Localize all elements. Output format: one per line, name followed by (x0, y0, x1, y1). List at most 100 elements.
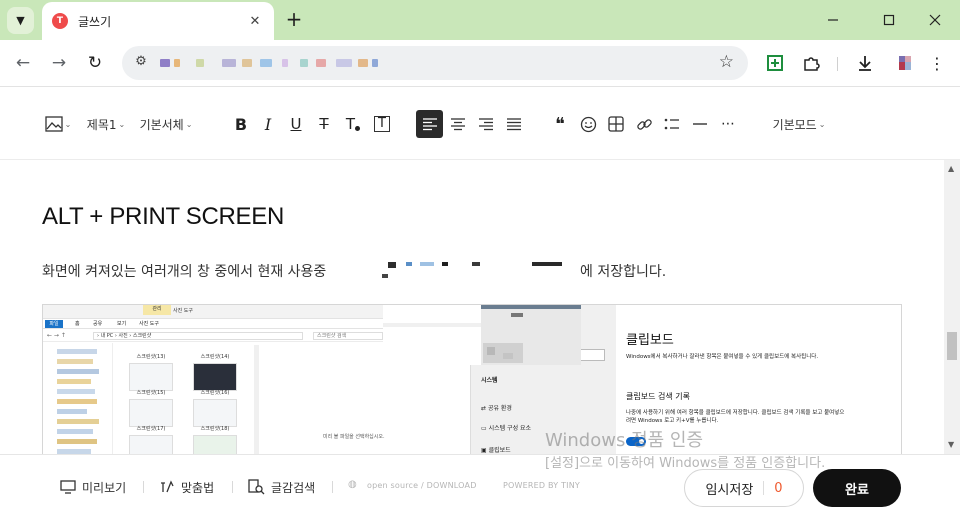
scroll-down-icon[interactable]: ▼ (948, 440, 954, 449)
settings-subtitle: 클립보드 검색 기록 (626, 392, 690, 401)
explorer-empty-text: 미리 볼 파일을 선택하십시오. (323, 434, 385, 440)
bookmark-star-icon[interactable]: ☆ (719, 52, 734, 72)
quote-button[interactable]: ❝ (548, 110, 572, 138)
chevron-down-icon: ▼ (16, 14, 25, 27)
spell-check-button[interactable]: 맞춤법 (159, 477, 214, 497)
divider (763, 481, 765, 495)
extensions-puzzle-icon[interactable] (799, 51, 823, 75)
forward-button[interactable]: → (46, 50, 72, 76)
content-scrollbar[interactable]: ▲ ▼ (944, 160, 960, 454)
settings-item: ▭ 시스템 구성 요소 (481, 425, 532, 432)
close-icon[interactable]: ✕ (246, 14, 264, 29)
new-tab-button[interactable]: + (283, 8, 305, 30)
nav-arrows-icon: ← → ↑ (47, 332, 66, 339)
preview-button[interactable]: 미리보기 (60, 477, 126, 497)
underline-button[interactable]: U (285, 110, 307, 138)
address-bar[interactable]: ⚙ ☆ (122, 46, 748, 80)
text-color-icon: T (345, 115, 356, 133)
heading-label: 제목1 (86, 117, 117, 132)
link-button[interactable] (632, 110, 656, 138)
toolbar-divider (837, 57, 838, 71)
browser-tab[interactable]: T 글쓰기 ✕ (42, 2, 274, 40)
editor-mode-select[interactable]: 기본모드 ⌄ (768, 110, 830, 138)
reload-button[interactable]: ↻ (82, 50, 108, 76)
table-button[interactable] (604, 110, 628, 138)
post-heading: ALT + PRINT SCREEN (42, 203, 285, 230)
url-redacted (260, 59, 272, 67)
paragraph-end: 에 저장합니다. (580, 264, 667, 280)
download-icon[interactable] (853, 51, 877, 75)
thumb-caption: 스크린샷(16) (200, 390, 230, 396)
avatar-icon (899, 56, 911, 70)
close-window-button[interactable] (912, 6, 958, 34)
align-right-button[interactable] (473, 110, 499, 138)
url-redacted (336, 59, 352, 67)
open-source-link[interactable]: open source / DOWNLOAD (367, 481, 477, 490)
download-arrow-icon (859, 56, 871, 71)
divider (332, 481, 333, 493)
explorer-scrollbar (254, 345, 259, 454)
text-color-button[interactable]: T (341, 110, 365, 138)
preview-label: 미리보기 (82, 480, 127, 495)
horizontal-rule-button[interactable] (688, 110, 712, 138)
url-redacted (358, 59, 368, 67)
settings-sub-desc: 나중에 사용하기 위해 여러 항목을 클립보드에 저장합니다. 클립보드 검색 … (626, 410, 845, 424)
activation-watermark-title: Windows 정품 인증 (545, 430, 704, 451)
back-button[interactable]: ← (10, 50, 36, 76)
thumbnail (193, 363, 237, 391)
profile-avatar[interactable] (893, 51, 917, 75)
font-select[interactable]: 기본서체 ⌄ (136, 110, 196, 138)
settings-desc: Windows에서 복사하거나 잘라낸 항목은 붙여넣을 수 있게 클립보드에 … (626, 354, 819, 360)
list-button[interactable] (660, 110, 684, 138)
thumb-caption: 스크린샷(15) (136, 390, 166, 396)
more-button[interactable]: ⋯ (716, 110, 740, 138)
strikethrough-icon: T (319, 115, 329, 133)
thumbnail (129, 399, 173, 427)
align-center-icon (451, 118, 465, 131)
minimize-button[interactable] (810, 6, 856, 34)
settings-item: ▣ 클립보드 (481, 447, 511, 454)
strikethrough-button[interactable]: T (313, 110, 335, 138)
material-search-button[interactable]: 글감검색 (248, 477, 315, 497)
more-horizontal-icon: ⋯ (721, 116, 735, 132)
menu-picture-tools: 사진 도구 (139, 321, 159, 327)
text-background-button[interactable]: T (371, 110, 393, 138)
publish-done-button[interactable]: 완료 (813, 469, 901, 507)
align-center-button[interactable] (445, 110, 471, 138)
italic-button[interactable]: I (257, 110, 279, 138)
quote-icon: ❝ (555, 113, 565, 135)
align-justify-button[interactable] (501, 110, 527, 138)
save-draft-button[interactable]: 임시저장 0 (684, 469, 804, 507)
minimize-icon (828, 19, 838, 21)
maximize-button[interactable] (866, 6, 912, 34)
explorer-path: › 내 PC › 사진 › 스크린샷 (93, 332, 303, 340)
insert-image-button[interactable]: ⌄ (44, 110, 72, 138)
thumbnail (193, 435, 237, 454)
embedded-screenshot[interactable]: 관리 사진 도구 파일 홈 공유 보기 사진 도구 ← → ↑ › 내 PC ›… (42, 304, 902, 454)
menu-share: 공유 (93, 321, 103, 327)
draft-label: 임시저장 (705, 482, 754, 498)
bold-button[interactable]: B (230, 110, 252, 138)
align-left-button[interactable] (416, 110, 443, 138)
scroll-up-icon[interactable]: ▲ (948, 164, 954, 173)
paragraph-start: 화면에 켜져있는 여러개의 창 중에서 현재 사용중 (42, 264, 327, 280)
editor-content[interactable]: ALT + PRINT SCREEN 화면에 켜져있는 여러개의 창 중에서 현… (0, 160, 944, 454)
more-vertical-icon: ⋮ (929, 53, 945, 73)
tab-search-button[interactable]: ▼ (7, 7, 34, 34)
url-redacted (196, 59, 204, 67)
heading-select[interactable]: 제목1 ⌄ (84, 110, 128, 138)
arrow-right-icon: → (51, 53, 67, 73)
explorer-search: 스크린샷 검색 (313, 332, 383, 340)
arrow-left-icon: ← (15, 53, 31, 73)
extension-add-icon[interactable] (763, 51, 787, 75)
powered-by-tiny[interactable]: POWERED BY TINY (503, 481, 580, 490)
settings-title: 클립보드 (626, 333, 674, 348)
url-redacted (372, 59, 378, 67)
menu-home: 홈 (75, 321, 80, 327)
scroll-thumb[interactable] (947, 332, 957, 360)
emoji-button[interactable] (576, 110, 600, 138)
chevron-down-icon: ⌄ (185, 119, 193, 129)
puzzle-icon (804, 57, 820, 71)
site-info-icon[interactable]: ⚙ (132, 54, 150, 72)
chrome-menu-button[interactable]: ⋮ (925, 51, 949, 75)
